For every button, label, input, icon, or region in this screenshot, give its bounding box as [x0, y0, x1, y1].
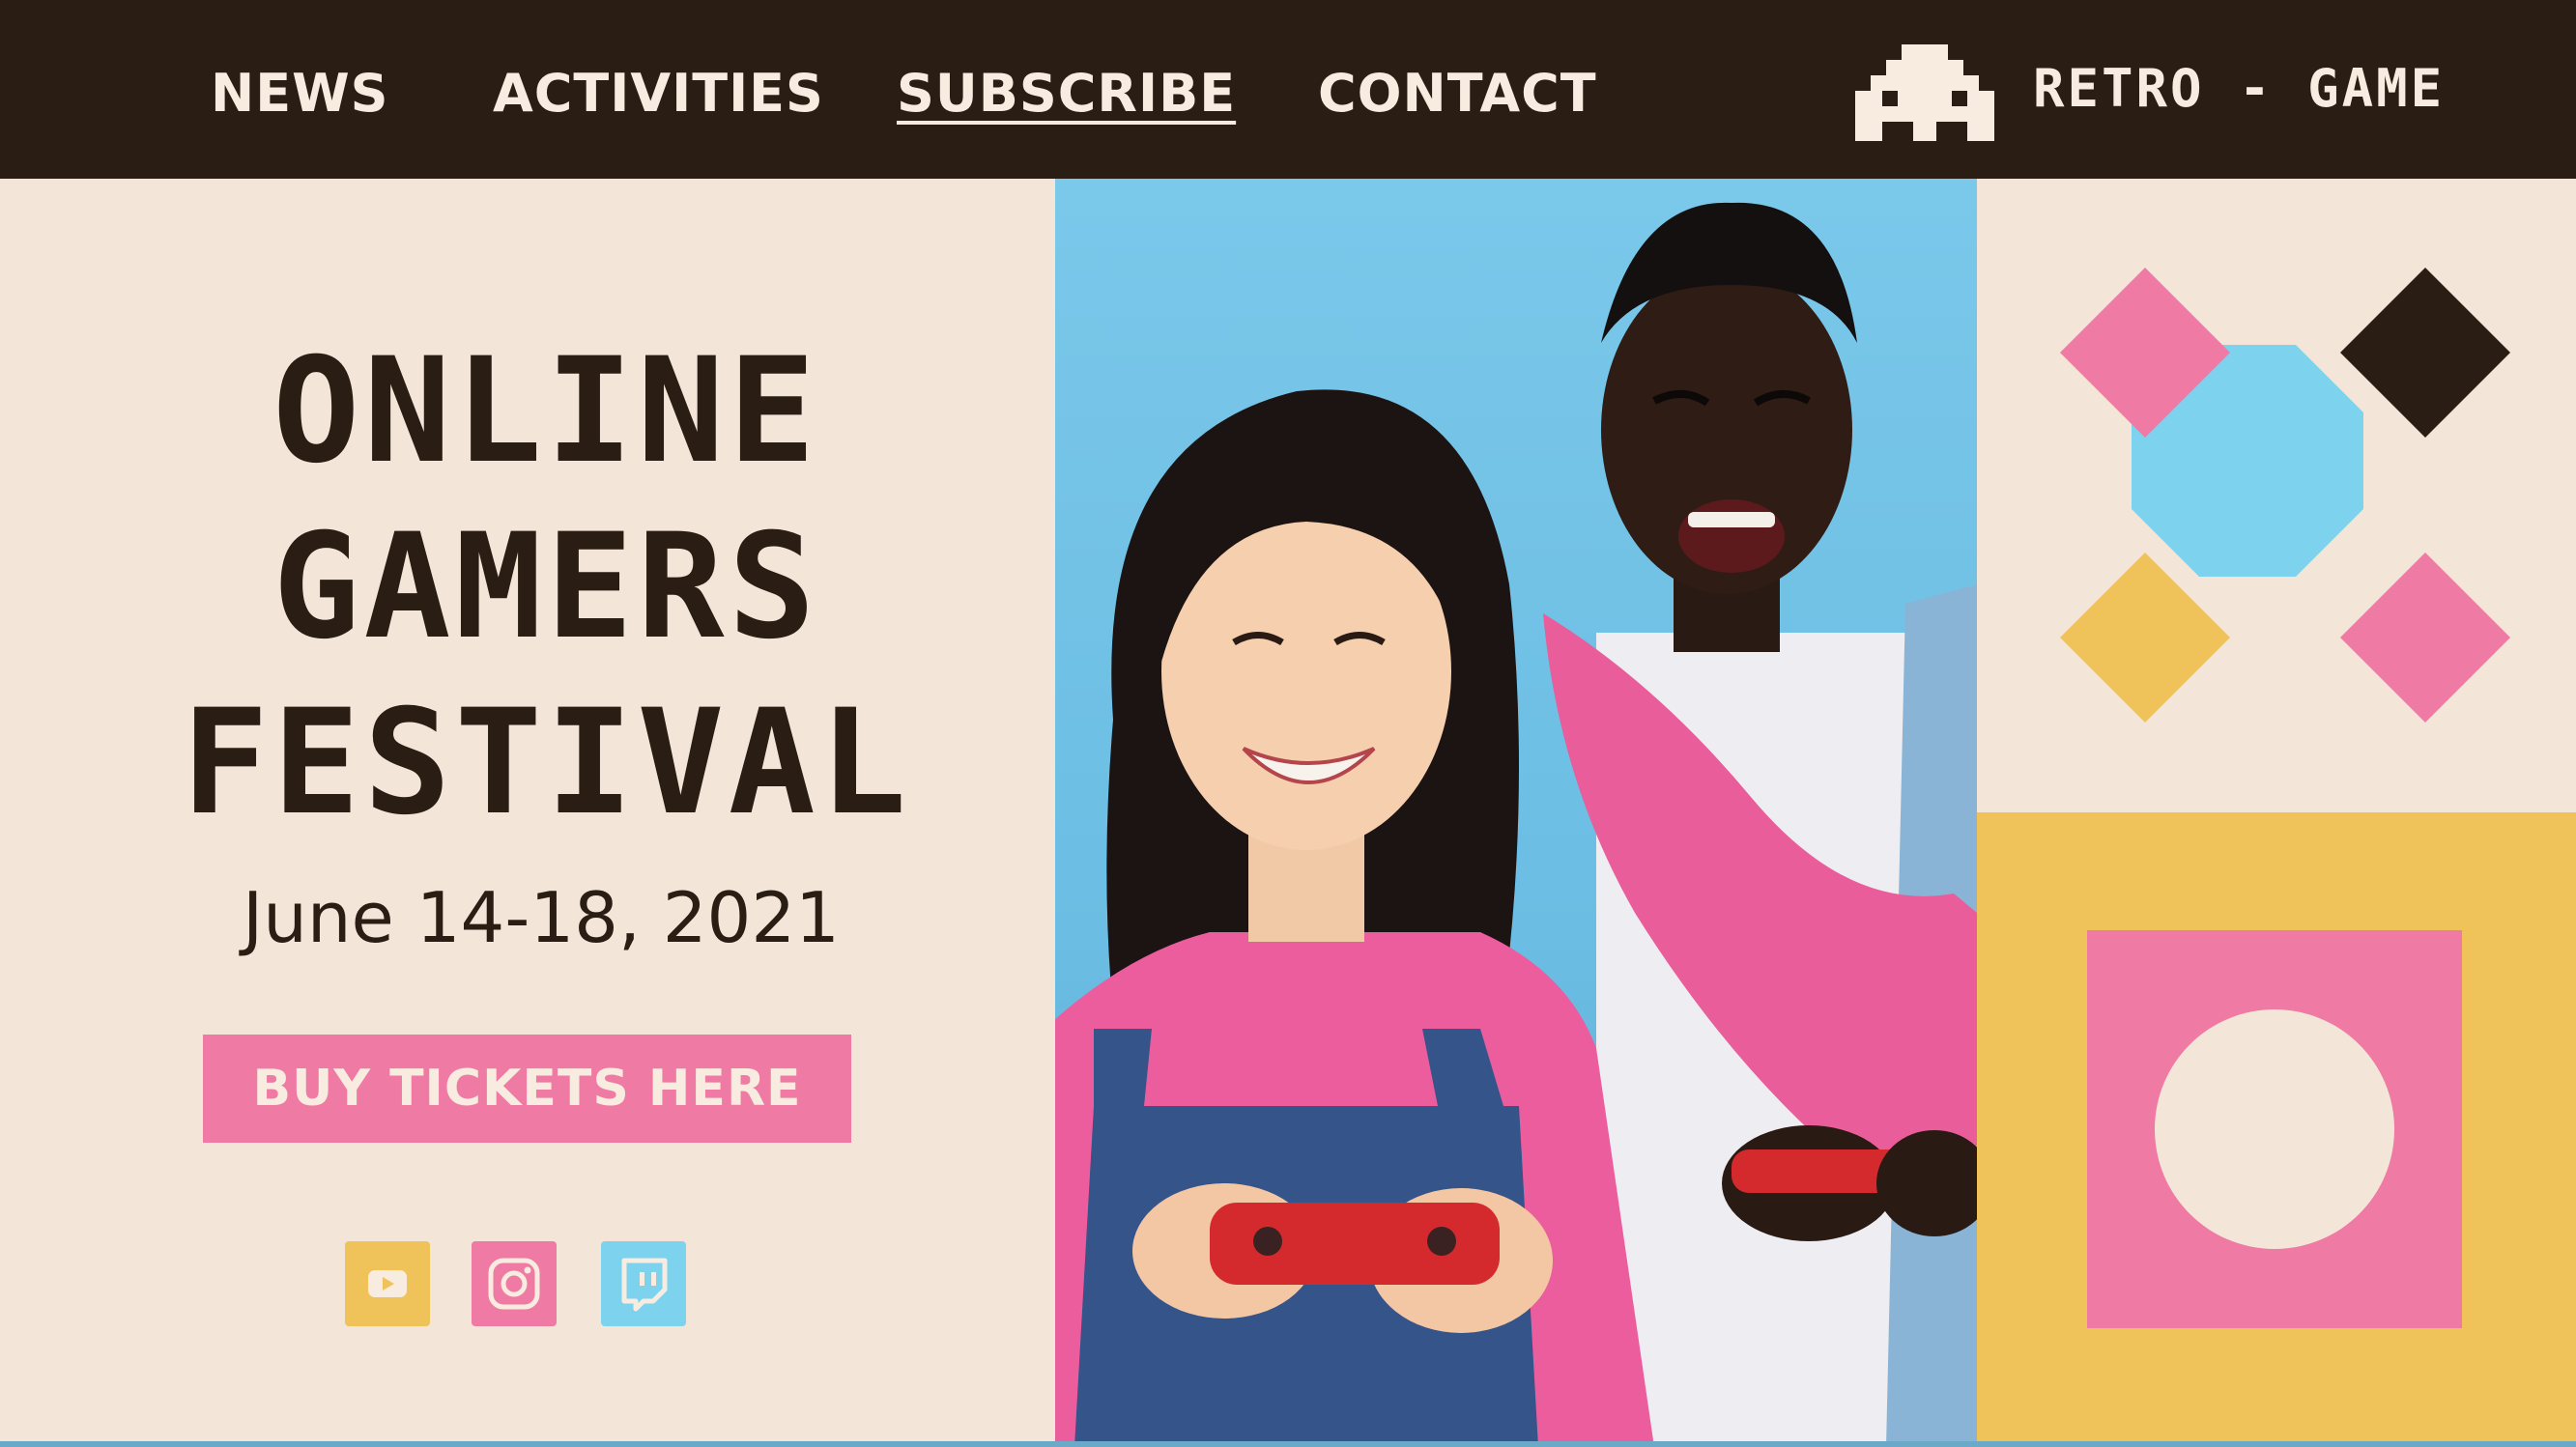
hero-title-line: GAMERS [272, 503, 819, 671]
gamer-woman [1055, 389, 1654, 1447]
youtube-icon [368, 1270, 407, 1297]
deco-pattern-top [1977, 179, 2576, 812]
instagram-icon [488, 1258, 540, 1310]
hero-photo [1055, 179, 1977, 1447]
twitch-link[interactable] [601, 1241, 686, 1326]
twitch-icon [621, 1258, 668, 1312]
buy-tickets-button[interactable]: BUY TICKETS HERE [203, 1035, 851, 1143]
brand-name: RETRO - GAME [2033, 58, 2446, 119]
hero-title-line: ONLINE [272, 327, 819, 496]
gamers-illustration [1055, 202, 1977, 1447]
nav-news-link[interactable]: NEWS [211, 60, 389, 128]
space-invader-icon [1855, 44, 1994, 141]
deco-diamonds [2060, 268, 2510, 723]
nav-activities-link[interactable]: ACTIVITIES [493, 60, 824, 128]
nav-contact-link[interactable]: CONTACT [1318, 60, 1597, 128]
hero-title-line: FESTIVAL [181, 679, 911, 847]
event-date: June 14-18, 2021 [243, 877, 840, 958]
deco-pattern-bottom [1977, 812, 2576, 1447]
brand-logo-link[interactable]: RETRO - GAME [1853, 44, 2452, 141]
youtube-link[interactable] [345, 1241, 430, 1326]
instagram-link[interactable] [472, 1241, 557, 1326]
deco-square-circle [2087, 930, 2462, 1328]
hero-section: ONLINE GAMERS FESTIVAL June 14-18, 2021 … [0, 179, 1055, 1447]
nav-subscribe-link[interactable]: SUBSCRIBE [897, 60, 1236, 128]
top-navbar: NEWS ACTIVITIES SUBSCRIBE CONTACT RETRO … [0, 0, 2576, 179]
bottom-border [0, 1441, 2576, 1447]
landing-page: NEWS ACTIVITIES SUBSCRIBE CONTACT RETRO … [0, 0, 2576, 1447]
hero-title: ONLINE GAMERS FESTIVAL [0, 324, 1092, 851]
